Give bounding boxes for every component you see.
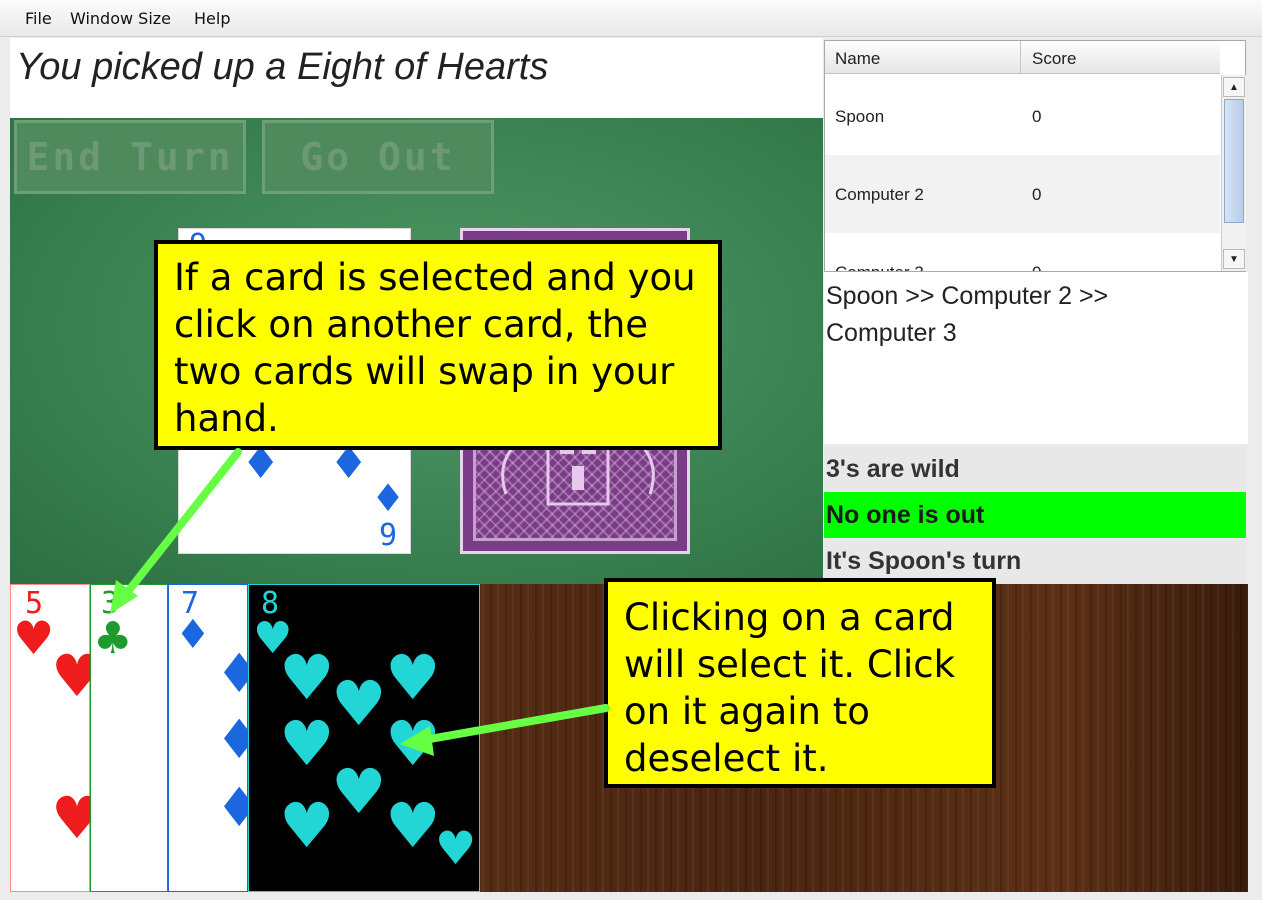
player-name: Computer 2 xyxy=(835,185,924,204)
heart-icon: ♥ xyxy=(385,789,441,862)
player-name: Spoon xyxy=(835,107,885,126)
heart-icon: ♥ xyxy=(331,667,387,740)
player-score: 0 xyxy=(1032,185,1042,204)
player-score: 0 xyxy=(1032,263,1041,271)
menu-window-size[interactable]: Window Size xyxy=(70,9,171,28)
diamond-icon: ♦ xyxy=(215,781,247,835)
hand-card-7-diamonds[interactable]: 7 ♦ ♦ ♦ ♦ xyxy=(168,584,248,892)
heart-icon: ♥ xyxy=(435,821,477,875)
heart-icon: ♥ xyxy=(385,641,441,714)
menu-bar: File Window Size Help xyxy=(0,0,1262,37)
column-header-score[interactable]: Score xyxy=(1032,49,1076,69)
menu-help[interactable]: Help xyxy=(194,9,230,28)
player-score: 0 xyxy=(1032,107,1042,126)
heart-icon: ♥ xyxy=(385,707,441,780)
table-row[interactable]: Computer 2 0 xyxy=(825,155,1220,233)
scoreboard-table: Name Score Spoon 0 Computer 2 0 Computer… xyxy=(824,40,1246,272)
heart-icon: ♥ xyxy=(279,641,335,714)
diamond-icon: ♦ xyxy=(215,647,247,701)
diamond-icon: ♦ xyxy=(215,713,247,767)
diamond-icon: ♦ xyxy=(371,476,406,520)
go-out-button[interactable]: Go Out xyxy=(262,120,494,194)
out-status-badge: No one is out xyxy=(824,492,1246,538)
scoreboard-scrollbar[interactable]: ▲ ▼ xyxy=(1221,75,1246,271)
table-row[interactable]: Computer 3 0 xyxy=(825,233,1220,271)
status-message: You picked up a Eight of Hearts xyxy=(16,46,549,88)
club-icon: ♣ xyxy=(93,613,133,664)
heart-icon: ♥ xyxy=(331,755,387,828)
menu-file[interactable]: File xyxy=(25,9,52,28)
diamond-icon: ♦ xyxy=(175,612,211,658)
tutorial-callout-select: Clicking on a card will select it. Click… xyxy=(604,578,996,788)
tutorial-callout-swap: If a card is selected and you click on a… xyxy=(154,240,722,450)
hand-card-8-hearts-selected[interactable]: 8 ♥ ♥ ♥ ♥ ♥ ♥ ♥ ♥ ♥ ♥ xyxy=(248,584,480,892)
scroll-up-arrow-icon[interactable]: ▲ xyxy=(1223,77,1245,97)
discard-rank-bottom: 9 xyxy=(379,518,398,553)
turn-order-panel: Spoon >> Computer 2 >> Computer 3 xyxy=(824,272,1248,444)
scroll-down-arrow-icon[interactable]: ▼ xyxy=(1223,249,1245,269)
status-area: You picked up a Eight of Hearts xyxy=(10,38,823,118)
end-turn-button[interactable]: End Turn xyxy=(14,120,246,194)
hand-card-5-hearts[interactable]: 5 ♥ ♥ ♥ xyxy=(10,584,103,892)
player-name: Computer 3 xyxy=(835,263,924,271)
scoreboard-header: Name Score xyxy=(825,41,1220,74)
wild-card-info: 3's are wild xyxy=(824,446,1246,492)
heart-icon: ♥ xyxy=(279,789,335,862)
turn-order-text: Spoon >> Computer 2 >> Computer 3 xyxy=(826,282,1109,347)
heart-icon: ♥ xyxy=(13,611,55,665)
table-row[interactable]: Spoon 0 xyxy=(825,77,1220,155)
heart-icon: ♥ xyxy=(279,707,335,780)
hand-card-3-clubs[interactable]: 3 ♣ xyxy=(90,584,168,892)
column-header-name[interactable]: Name xyxy=(835,49,880,69)
scroll-thumb[interactable] xyxy=(1224,99,1244,223)
